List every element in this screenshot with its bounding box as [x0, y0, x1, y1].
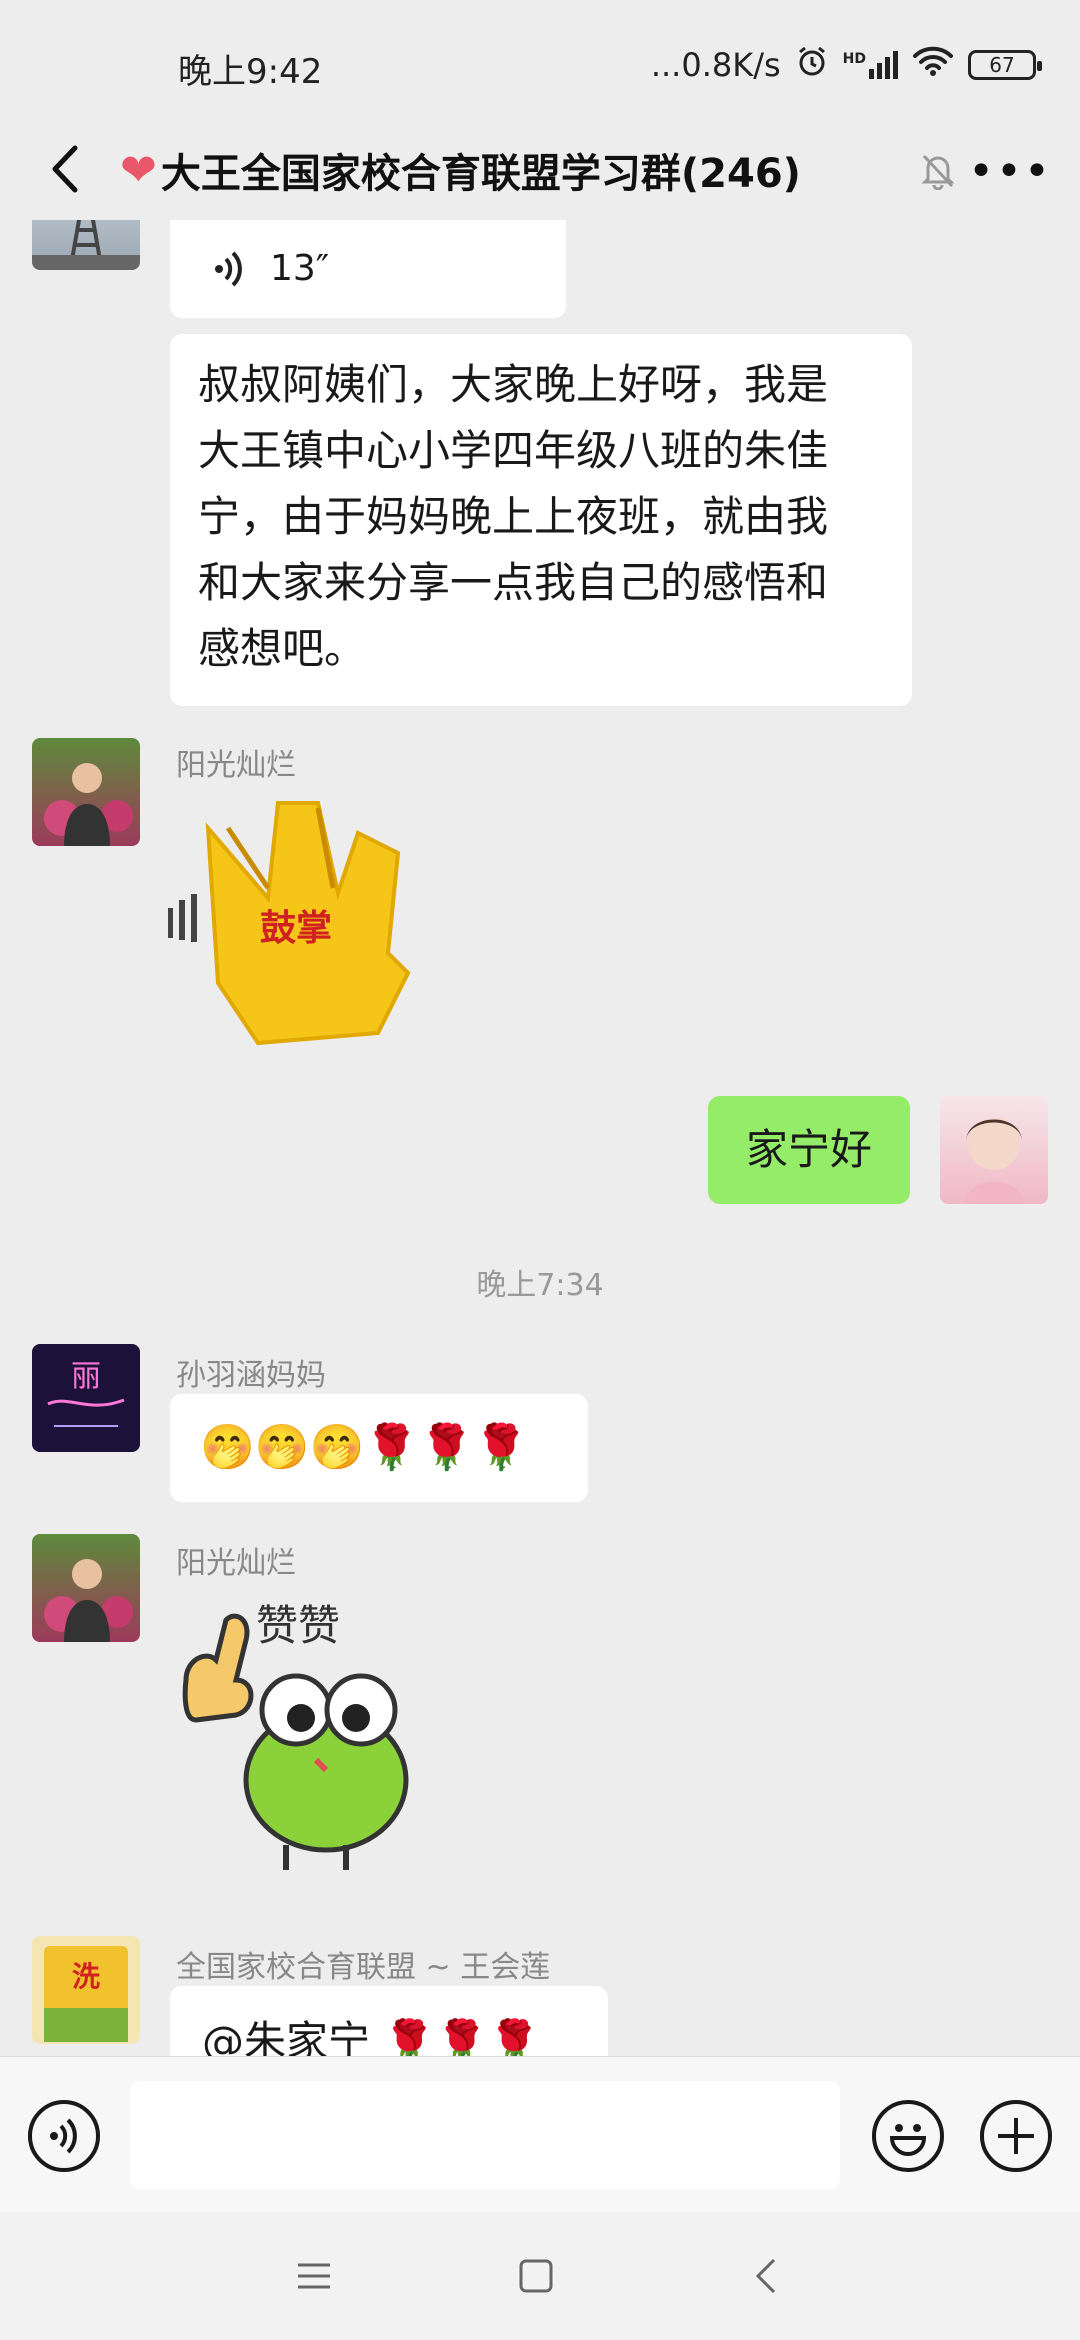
- sender-name: 孙羽涵妈妈: [176, 1358, 326, 1393]
- emoji-message-text: 🤭🤭🤭🌹🌹🌹: [200, 1422, 529, 1473]
- more-functions-button[interactable]: [980, 2100, 1052, 2172]
- voice-icon: [50, 2118, 77, 2154]
- mute-bell-icon: [920, 152, 956, 194]
- neon-avatar-label: 丽: [71, 1359, 101, 1394]
- mention-message-text: @朱家宁 🌹🌹🌹: [202, 2017, 541, 2056]
- emoji-message[interactable]: 🤭🤭🤭🌹🌹🌹: [170, 1394, 588, 1502]
- chat-title: ❤ 大王全国家校合育联盟学习群(246): [120, 132, 801, 208]
- neon-sign-icon: 丽: [47, 1359, 125, 1427]
- hd-label: HD: [842, 51, 866, 67]
- clap-sticker[interactable]: 鼓掌: [167, 788, 458, 1068]
- home-square-icon: [519, 2259, 553, 2293]
- status-time: 晚上9:42: [178, 52, 323, 92]
- back-nav-button[interactable]: [736, 2246, 796, 2306]
- detergent-bag-icon: 洗: [44, 1946, 128, 2042]
- chat-header: ❤ 大王全国家校合育联盟学习群(246) •••: [0, 120, 1080, 220]
- battery-icon: 67: [968, 50, 1042, 80]
- home-nav-button[interactable]: [506, 2246, 566, 2306]
- bag-avatar-label: 洗: [72, 1960, 100, 1993]
- time-divider: 晚上7:34: [476, 1268, 604, 1303]
- sender-name: 阳光灿烂: [176, 748, 296, 783]
- text-line: 和大家来分享一点我自己的感悟和: [198, 558, 829, 607]
- avatar-sunshine[interactable]: [32, 738, 140, 846]
- emoji-button[interactable]: [872, 2100, 944, 2172]
- plus-icon: [998, 2118, 1034, 2154]
- message-list[interactable]: 13″ 叔叔阿姨们，大家晚上好呀，我是 大王镇中心小学四年级八班的朱佳 宁，由于…: [0, 220, 1080, 2056]
- text-line: 宁，由于妈妈晚上上夜班，就由我: [198, 492, 829, 541]
- status-indicators: ...0.8K/s HD 67: [650, 44, 1042, 86]
- network-speed: ...0.8K/s: [650, 46, 781, 84]
- text-message[interactable]: 叔叔阿姨们，大家晚上好呀，我是 大王镇中心小学四年级八班的朱佳 宁，由于妈妈晚上…: [170, 334, 912, 706]
- heart-emoji: ❤: [120, 144, 157, 196]
- input-bar: [0, 2056, 1080, 2212]
- thumbs-up-frog-sticker[interactable]: 赞赞: [176, 1590, 446, 1880]
- sender-name: 全国家校合育联盟 ~ 王会莲: [176, 1950, 551, 1985]
- avatar-sunshine[interactable]: [32, 1534, 140, 1642]
- menu-nav-button[interactable]: [284, 2246, 344, 2306]
- voice-wave-icon: [214, 242, 244, 308]
- status-bar: 晚上9:42 ...0.8K/s HD 67: [0, 0, 1080, 130]
- mention-message[interactable]: @朱家宁 🌹🌹🌹: [170, 1986, 608, 2056]
- text-line: 大王镇中心小学四年级八班的朱佳: [198, 426, 829, 475]
- chevron-left-icon: [52, 145, 78, 193]
- text-line: 叔叔阿姨们，大家晚上好呀，我是: [198, 360, 829, 409]
- frog-thumbs-up-icon: 赞赞: [182, 1601, 409, 1870]
- system-navigation-bar: [0, 2212, 1080, 2340]
- my-message[interactable]: 家宁好: [708, 1096, 910, 1204]
- alarm-icon: [795, 44, 829, 86]
- sender-name: 阳光灿烂: [176, 1546, 296, 1581]
- message-input[interactable]: [130, 2081, 840, 2189]
- voice-input-button[interactable]: [28, 2100, 100, 2172]
- avatar-sun-yuhan-mom[interactable]: 丽: [32, 1344, 140, 1452]
- zan-label: 赞赞: [256, 1601, 340, 1650]
- clap-label: 鼓掌: [260, 907, 332, 949]
- more-options-button[interactable]: •••: [968, 136, 1050, 206]
- menu-icon: [298, 2263, 330, 2289]
- avatar-me[interactable]: [940, 1096, 1048, 1204]
- girl-photo-icon: [964, 1118, 1024, 1204]
- person-photo-icon: [44, 1559, 133, 1642]
- voice-message[interactable]: 13″: [170, 220, 566, 318]
- text-line: 感想吧。: [198, 624, 367, 673]
- avatar-voice-sender[interactable]: [32, 220, 140, 270]
- back-button[interactable]: [30, 134, 100, 204]
- avatar-wang-huilian[interactable]: 洗: [32, 1936, 140, 2044]
- eiffel-tower-icon: [32, 220, 140, 270]
- group-name: 大王全国家校合育联盟学习群(246): [160, 151, 801, 197]
- person-photo-icon: [44, 763, 133, 846]
- battery-level: 67: [989, 53, 1015, 77]
- my-message-text: 家宁好: [745, 1125, 872, 1174]
- clapping-hand-icon: 鼓掌: [167, 801, 411, 1046]
- back-arrow-icon: [755, 2258, 776, 2294]
- voice-duration: 13″: [270, 248, 330, 289]
- smiley-icon: [889, 2124, 927, 2156]
- signal-icon: HD: [843, 51, 898, 79]
- wifi-icon: [912, 45, 954, 85]
